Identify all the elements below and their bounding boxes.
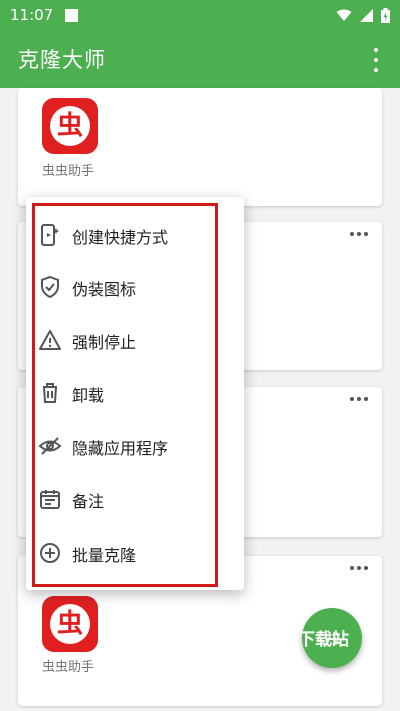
card-more-icon[interactable] <box>350 397 368 401</box>
square-notification-icon <box>65 8 79 22</box>
annotation-highlight-box <box>32 203 218 587</box>
battery-icon <box>381 7 390 23</box>
app-name-label: 虫虫助手 <box>42 660 95 675</box>
clone-card[interactable]: 虫 虫虫助手 <box>18 88 382 206</box>
signal-icon <box>360 8 373 22</box>
status-bar: 11:07 <box>0 0 400 30</box>
app-title: 克隆大师 <box>18 48 106 72</box>
chongchong-app-icon[interactable]: 虫 <box>42 98 98 154</box>
status-time: 11:07 <box>10 6 54 24</box>
card-more-icon[interactable] <box>350 566 368 570</box>
card-more-icon[interactable] <box>350 232 368 236</box>
more-vert-icon[interactable] <box>366 48 386 72</box>
app-name-label: 虫虫助手 <box>42 164 95 179</box>
fab-label: 下载站 <box>298 630 349 650</box>
wifi-icon <box>336 9 352 21</box>
app-bar: 克隆大师 <box>0 30 400 88</box>
chongchong-app-icon[interactable]: 虫 <box>42 596 98 652</box>
